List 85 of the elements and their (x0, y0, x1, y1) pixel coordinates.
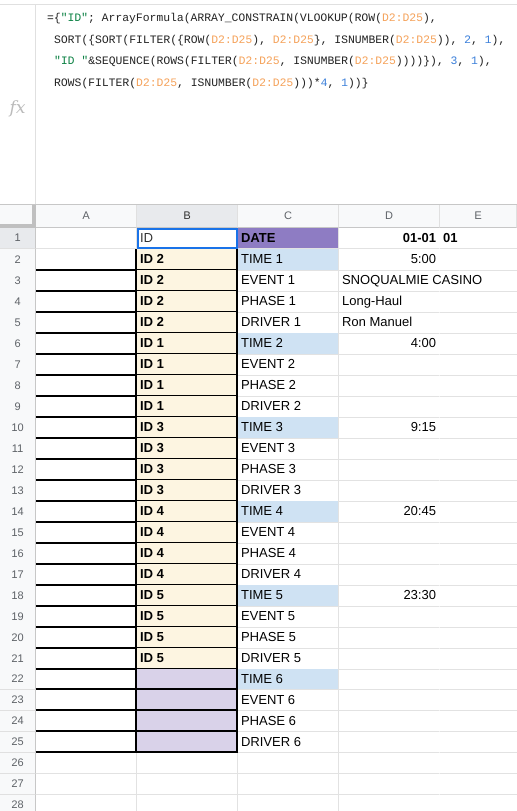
row-number[interactable]: 6 (0, 333, 36, 355)
table-cell: PHASE 6 (238, 711, 339, 732)
table-cell: TIME 5 (238, 585, 339, 607)
table-cell: ID 3 (137, 438, 238, 460)
table-cell: PHASE 2 (238, 375, 339, 397)
row-number[interactable]: 11 (0, 438, 36, 460)
table-cell: 5:00 (410, 251, 436, 266)
table-cell: TIME 1 (238, 249, 339, 271)
table-cell: ID 1 (137, 396, 238, 418)
row-number[interactable]: 2 (0, 249, 36, 271)
table-cell: ID 2 (137, 249, 238, 271)
row-number[interactable]: 28 (0, 795, 36, 811)
table-cell: EVENT 5 (238, 606, 339, 628)
row-number[interactable]: 3 (0, 270, 36, 292)
row-number[interactable]: 13 (0, 480, 36, 502)
column-header[interactable]: B (137, 205, 238, 228)
table-cell: EVENT 3 (238, 438, 339, 460)
table-cell: ID 5 (137, 627, 238, 649)
table-cell: ID 1 (137, 375, 238, 397)
table-cell: ID 5 (137, 648, 238, 670)
table-cell: ID 4 (137, 543, 238, 565)
row-number[interactable]: 8 (0, 375, 36, 397)
select-all-corner[interactable] (0, 205, 36, 228)
table-cell: 23:30 (403, 587, 436, 602)
table-cell: PHASE 4 (238, 543, 339, 565)
formula-text[interactable]: ={"ID"; ArrayFormula(ARRAY_CONSTRAIN(VLOOKUP(ROW(D2:D25), SORT({SORT(FILTER({ROW(D2:D25), D2:D25}, ISNUMBER(D2:D25)), 2, 1), "ID "&SEQUENCE(ROWS(FILTER(D2:D25, ISNUMBER(D2:D25))))}), 3, 1), ROWS(FILTER(D2:D25, ISNUMBER(D2:D25)))*4, 1))} (36, 5, 506, 95)
row-number[interactable]: 17 (0, 564, 36, 586)
table-cell: ID 4 (137, 522, 238, 544)
table-cell: DRIVER 6 (238, 732, 339, 753)
table-cell: TIME 2 (238, 333, 339, 355)
table-cell: ID 2 (137, 270, 238, 292)
table-cell: 9:15 (410, 419, 436, 434)
row-number[interactable]: 21 (0, 648, 36, 670)
table-cell: PHASE 1 (238, 291, 339, 313)
row-number[interactable]: 10 (0, 417, 36, 439)
table-cell: 20:45 (403, 503, 436, 518)
table-cell: ID 2 (137, 312, 238, 334)
table-cell: ID 5 (137, 606, 238, 628)
row-number[interactable]: 25 (0, 732, 36, 753)
row-number[interactable]: 26 (0, 753, 36, 774)
row-number[interactable]: 27 (0, 774, 36, 795)
table-cell: ID 1 (137, 333, 238, 355)
row-number[interactable]: 19 (0, 606, 36, 628)
row-number[interactable]: 5 (0, 312, 36, 334)
table-cell: PHASE 3 (238, 459, 339, 481)
table-cell: EVENT 1 (238, 270, 339, 292)
table-cell: ID 3 (137, 417, 238, 439)
column-header[interactable]: E (440, 205, 517, 228)
row-number[interactable]: 15 (0, 522, 36, 544)
table-cell: TIME 3 (238, 417, 339, 439)
table-cell: ID 4 (137, 564, 238, 586)
table-cell: DATE (238, 228, 339, 249)
row-number[interactable]: 22 (0, 669, 36, 690)
row-number[interactable]: 9 (0, 396, 36, 418)
table-cell: SNOQUALMIE CASINO (342, 272, 482, 287)
table-cell: ID 2 (137, 291, 238, 313)
table-cell: EVENT 6 (238, 690, 339, 711)
row-number[interactable]: 20 (0, 627, 36, 649)
table-cell: ID 1 (137, 354, 238, 376)
table-cell: Long-Haul (342, 293, 402, 308)
table-cell: PHASE 5 (238, 627, 339, 649)
row-number[interactable]: 23 (0, 690, 36, 711)
table-cell: ID 3 (137, 459, 238, 481)
table-cell: ID (137, 228, 238, 249)
table-cell: EVENT 4 (238, 522, 339, 544)
column-header[interactable]: D (339, 205, 440, 228)
fx-label: fx (0, 5, 36, 204)
row-number[interactable]: 1 (0, 228, 36, 249)
table-cell: ID 3 (137, 480, 238, 502)
row-number[interactable]: 16 (0, 543, 36, 565)
table-cell: EVENT 2 (238, 354, 339, 376)
table-cell: ID 4 (137, 501, 238, 523)
row-number[interactable]: 14 (0, 501, 36, 523)
table-cell: TIME 6 (238, 669, 339, 690)
table-cell: TIME 4 (238, 501, 339, 523)
row-number[interactable]: 4 (0, 291, 36, 313)
table-cell: 01 (443, 230, 458, 245)
table-cell: 4:00 (410, 335, 436, 350)
table-cell: Ron Manuel (342, 314, 412, 329)
row-number[interactable]: 7 (0, 354, 36, 376)
table-cell: 01-01 (402, 230, 436, 245)
row-number[interactable]: 18 (0, 585, 36, 607)
row-number[interactable]: 24 (0, 711, 36, 732)
row-number[interactable]: 12 (0, 459, 36, 481)
table-cell: ID 5 (137, 585, 238, 607)
